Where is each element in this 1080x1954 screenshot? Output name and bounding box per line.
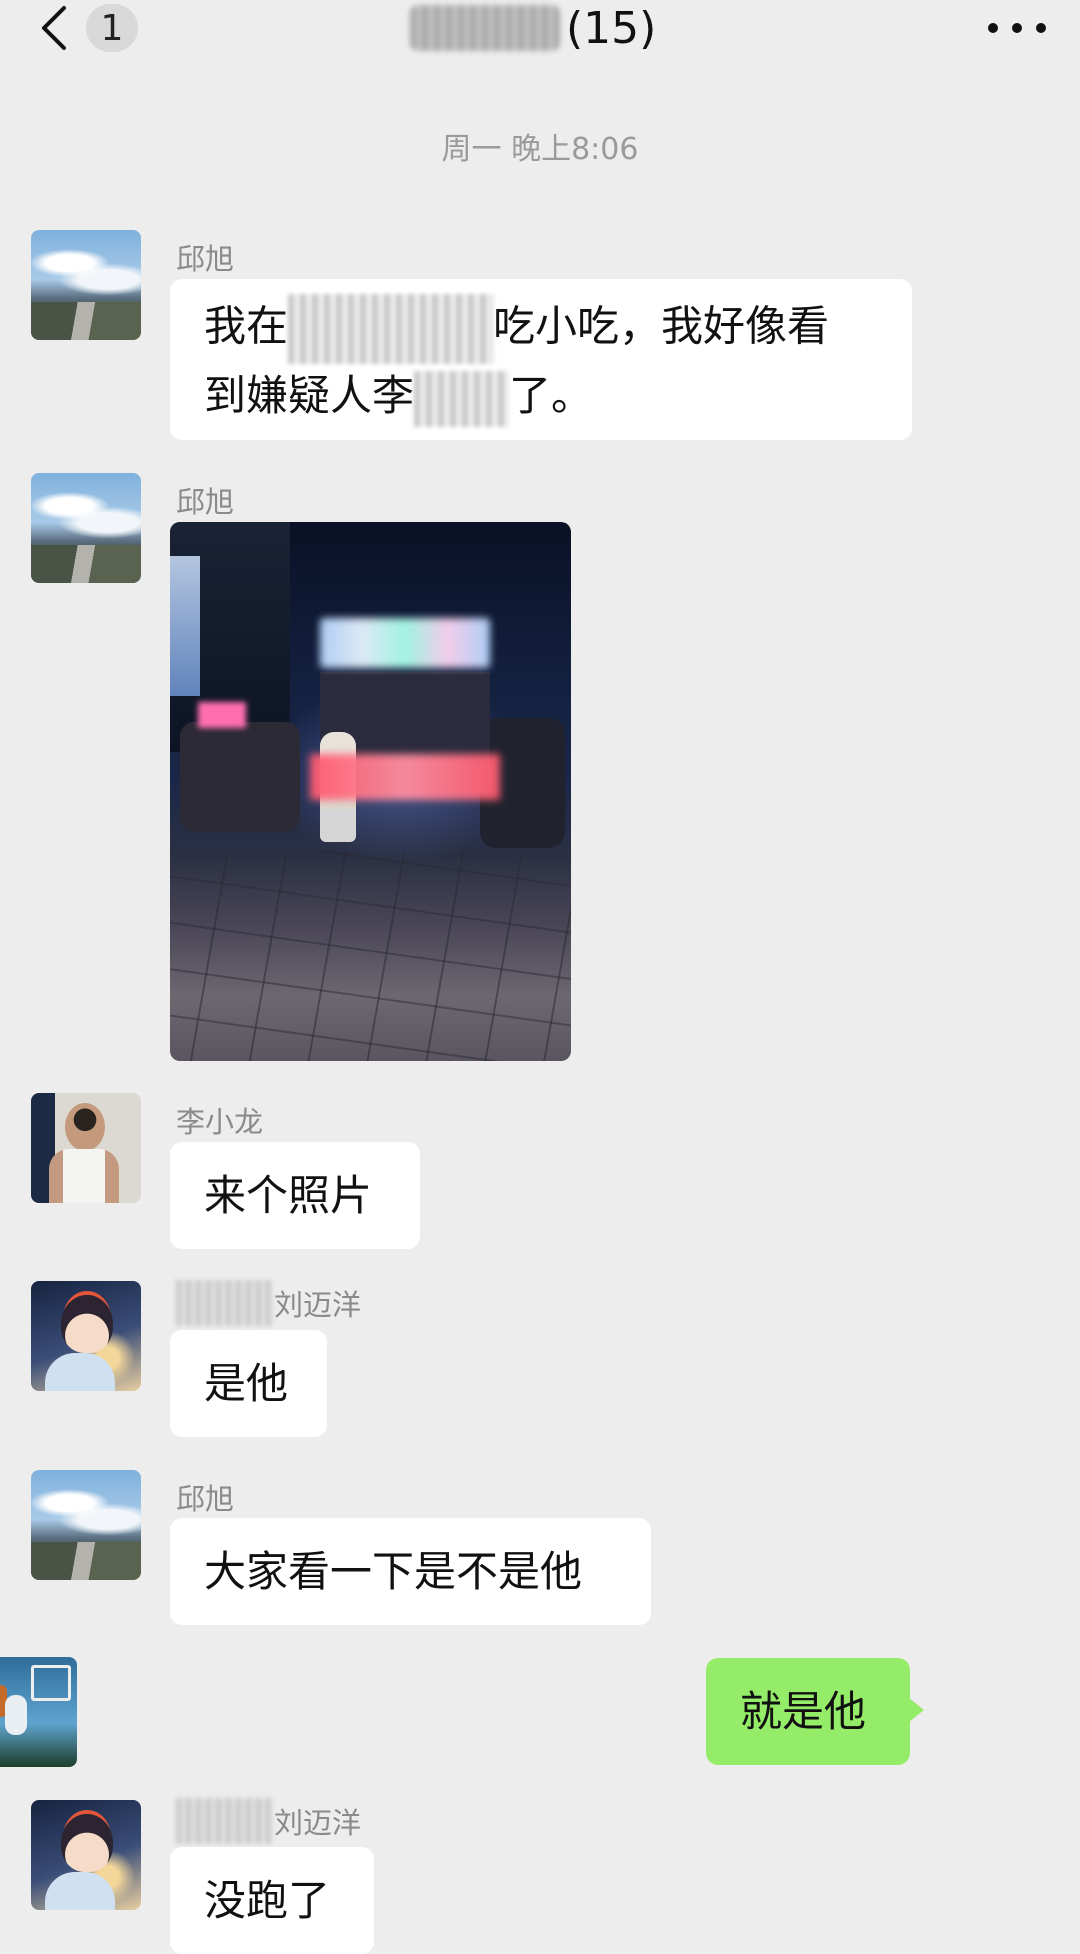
man-portrait-avatar-icon[interactable]	[31, 1093, 141, 1203]
anime-avatar-icon[interactable]	[31, 1281, 141, 1391]
sender-name: 邱旭	[176, 1482, 235, 1516]
sender-name: 刘迈洋	[176, 1280, 361, 1326]
message-text: 没跑了	[204, 1876, 331, 1925]
basketball-avatar-icon[interactable]	[0, 1657, 77, 1767]
redacted-text	[288, 294, 494, 364]
time-separator: 周一 晚上8:06	[441, 132, 639, 167]
message-text: 我在	[204, 301, 289, 351]
landscape-avatar-icon[interactable]	[31, 230, 141, 340]
redacted-text	[414, 370, 510, 427]
message-bubble-self[interactable]: 就是他	[706, 1658, 924, 1765]
redacted-text	[176, 1798, 272, 1844]
message-bubble[interactable]: 来个照片	[170, 1142, 420, 1249]
message-text: 了。	[509, 371, 594, 420]
blurred-sign	[320, 618, 490, 668]
sender-name: 李小龙	[176, 1105, 264, 1139]
sender-name: 邱旭	[176, 485, 235, 519]
message-text: 吃小吃，我好像看	[493, 301, 830, 351]
message-text: 大家看一下是不是他	[204, 1547, 583, 1596]
message-text: 是他	[204, 1359, 289, 1408]
redacted-text	[176, 1280, 272, 1326]
landscape-avatar-icon[interactable]	[31, 1470, 141, 1580]
message-bubble[interactable]: 没跑了	[170, 1847, 374, 1954]
sender-name: 刘迈洋	[176, 1798, 361, 1844]
message-text: 来个照片	[204, 1171, 373, 1220]
message-bubble[interactable]: 是他	[170, 1330, 327, 1437]
photo-message-night-street-stall[interactable]	[170, 522, 571, 1061]
message-bubble[interactable]: 我在 吃小吃，我好像看 到嫌疑人李 了。	[170, 279, 912, 440]
message-bubble[interactable]: 大家看一下是不是他	[170, 1518, 651, 1625]
landscape-avatar-icon[interactable]	[31, 473, 141, 583]
message-row: 刘迈洋 没跑了	[0, 0, 1080, 1954]
message-text: 就是他	[740, 1687, 867, 1736]
message-text: 到嫌疑人李	[204, 371, 415, 420]
anime-avatar-icon[interactable]	[31, 1800, 141, 1910]
sender-name: 邱旭	[176, 242, 235, 276]
blurred-sign	[310, 754, 500, 800]
